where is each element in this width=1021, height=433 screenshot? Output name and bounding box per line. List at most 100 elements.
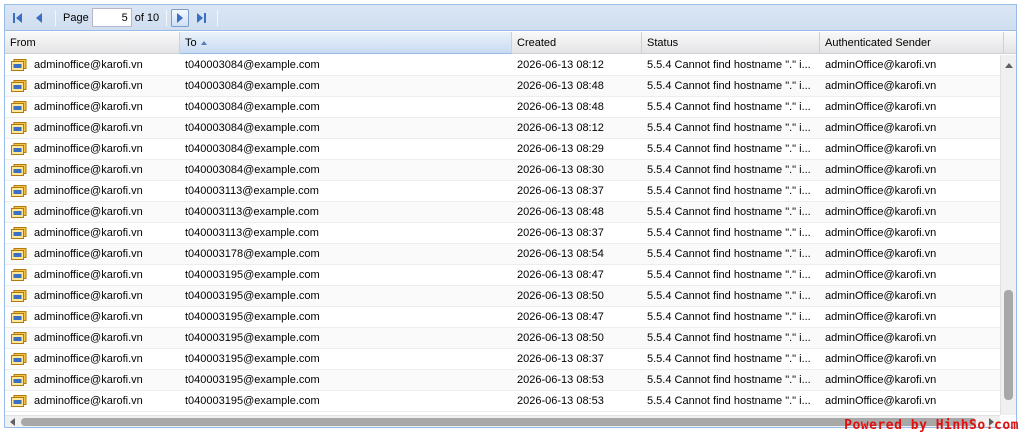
cell-from: adminoffice@karofi.vn xyxy=(34,290,143,302)
table-row[interactable]: adminoffice@karofi.vn t040003113@example.… xyxy=(5,202,1000,223)
column-header-label: Authenticated Sender xyxy=(825,37,931,49)
cell-created: 2026-06-13 08:53 xyxy=(517,395,604,407)
queued-mail-icon xyxy=(11,101,27,113)
cell-created: 2026-06-13 08:37 xyxy=(517,353,604,365)
cell-auth-sender: adminOffice@karofi.vn xyxy=(825,269,937,281)
next-page-button[interactable] xyxy=(171,8,190,27)
vertical-scroll-thumb[interactable] xyxy=(1004,290,1013,400)
cell-auth-sender: adminOffice@karofi.vn xyxy=(825,164,937,176)
column-header-from[interactable]: From xyxy=(5,32,180,54)
prev-page-icon xyxy=(36,12,42,23)
cell-created: 2026-06-13 08:37 xyxy=(517,227,604,239)
page-number-input[interactable] xyxy=(91,8,132,27)
next-page-icon xyxy=(177,12,184,23)
cell-status: 5.5.4 Cannot find hostname "." i... xyxy=(647,248,811,260)
cell-to: t040003195@example.com xyxy=(185,290,320,302)
table-row[interactable]: adminoffice@karofi.vn t040003084@example.… xyxy=(5,55,1000,76)
table-row[interactable]: adminoffice@karofi.vn t040003113@example.… xyxy=(5,223,1000,244)
column-header-authenticated-sender[interactable]: Authenticated Sender xyxy=(820,32,1004,54)
cell-created: 2026-06-13 08:50 xyxy=(517,290,604,302)
grid-body: adminoffice@karofi.vn t040003084@example.… xyxy=(5,55,1000,415)
cell-to: t040003084@example.com xyxy=(185,101,320,113)
table-row[interactable]: adminoffice@karofi.vn t040003195@example.… xyxy=(5,391,1000,412)
cell-to: t040003195@example.com xyxy=(185,269,320,281)
queued-mail-icon xyxy=(11,164,27,176)
cell-from: adminoffice@karofi.vn xyxy=(34,311,143,323)
cell-status: 5.5.4 Cannot find hostname "." i... xyxy=(647,164,811,176)
column-header-label: From xyxy=(10,37,36,49)
cell-from: adminoffice@karofi.vn xyxy=(34,248,143,260)
cell-to: t040003195@example.com xyxy=(185,353,320,365)
table-row[interactable]: adminoffice@karofi.vn t040003084@example.… xyxy=(5,139,1000,160)
table-row[interactable]: adminoffice@karofi.vn t040003084@example.… xyxy=(5,97,1000,118)
cell-from: adminoffice@karofi.vn xyxy=(34,206,143,218)
cell-from: adminoffice@karofi.vn xyxy=(34,332,143,344)
column-header-label: Created xyxy=(517,37,557,49)
cell-from: adminoffice@karofi.vn xyxy=(34,353,143,365)
cell-created: 2026-06-13 08:29 xyxy=(517,143,604,155)
horizontal-scroll-thumb[interactable] xyxy=(21,418,976,426)
column-header-created[interactable]: Created xyxy=(512,32,642,54)
cell-status: 5.5.4 Cannot find hostname "." i... xyxy=(647,185,811,197)
cell-auth-sender: adminOffice@karofi.vn xyxy=(825,290,937,302)
table-row[interactable]: adminoffice@karofi.vn t040003084@example.… xyxy=(5,118,1000,139)
first-page-icon xyxy=(13,12,22,23)
cell-auth-sender: adminOffice@karofi.vn xyxy=(825,122,937,134)
scroll-left-icon[interactable] xyxy=(7,416,19,428)
table-row[interactable]: adminoffice@karofi.vn t040003195@example.… xyxy=(5,328,1000,349)
table-row[interactable]: adminoffice@karofi.vn t040003113@example.… xyxy=(5,181,1000,202)
cell-status: 5.5.4 Cannot find hostname "." i... xyxy=(647,122,811,134)
cell-created: 2026-06-13 08:53 xyxy=(517,374,604,386)
column-header-to[interactable]: To xyxy=(180,32,512,54)
cell-auth-sender: adminOffice@karofi.vn xyxy=(825,206,937,218)
column-header-label: To xyxy=(185,37,197,49)
cell-auth-sender: adminOffice@karofi.vn xyxy=(825,59,937,71)
column-header-status[interactable]: Status xyxy=(642,32,820,54)
first-page-button[interactable] xyxy=(9,9,27,27)
table-row[interactable]: adminoffice@karofi.vn t040003178@example.… xyxy=(5,244,1000,265)
scroll-up-icon[interactable] xyxy=(1001,59,1017,71)
queued-mail-icon xyxy=(11,206,27,218)
toolbar-separator xyxy=(217,9,219,26)
cell-status: 5.5.4 Cannot find hostname "." i... xyxy=(647,290,811,302)
table-row[interactable]: adminoffice@karofi.vn t040003084@example.… xyxy=(5,76,1000,97)
cell-status: 5.5.4 Cannot find hostname "." i... xyxy=(647,59,811,71)
prev-page-button[interactable] xyxy=(30,9,48,27)
cell-from: adminoffice@karofi.vn xyxy=(34,395,143,407)
cell-created: 2026-06-13 08:47 xyxy=(517,311,604,323)
cell-created: 2026-06-13 08:12 xyxy=(517,59,604,71)
cell-created: 2026-06-13 08:47 xyxy=(517,269,604,281)
table-row[interactable]: adminoffice@karofi.vn t040003195@example.… xyxy=(5,370,1000,391)
table-row[interactable]: adminoffice@karofi.vn t040003195@example.… xyxy=(5,286,1000,307)
last-page-button[interactable] xyxy=(192,9,210,27)
table-row[interactable]: adminoffice@karofi.vn t040003084@example.… xyxy=(5,160,1000,181)
toolbar-separator xyxy=(55,9,56,26)
table-row[interactable]: adminoffice@karofi.vn t040003195@example.… xyxy=(5,265,1000,286)
cell-created: 2026-06-13 08:48 xyxy=(517,80,604,92)
cell-to: t040003195@example.com xyxy=(185,311,320,323)
cell-auth-sender: adminOffice@karofi.vn xyxy=(825,227,937,239)
queued-mail-icon xyxy=(11,122,27,134)
cell-auth-sender: adminOffice@karofi.vn xyxy=(825,248,937,260)
queued-mail-icon xyxy=(11,269,27,281)
queued-mail-icon xyxy=(11,59,27,71)
cell-from: adminoffice@karofi.vn xyxy=(34,164,143,176)
grid-header: From To Created Status Authenticated Sen… xyxy=(5,32,1016,54)
cell-from: adminoffice@karofi.vn xyxy=(34,59,143,71)
cell-auth-sender: adminOffice@karofi.vn xyxy=(825,80,937,92)
cell-from: adminoffice@karofi.vn xyxy=(34,374,143,386)
table-row[interactable]: adminoffice@karofi.vn t040003195@example.… xyxy=(5,349,1000,370)
queued-mail-icon xyxy=(11,290,27,302)
page-count-label: of 10 xyxy=(134,11,160,24)
cell-from: adminoffice@karofi.vn xyxy=(34,185,143,197)
cell-status: 5.5.4 Cannot find hostname "." i... xyxy=(647,143,811,155)
cell-from: adminoffice@karofi.vn xyxy=(34,227,143,239)
cell-to: t040003084@example.com xyxy=(185,143,320,155)
queued-mail-icon xyxy=(11,353,27,365)
cell-created: 2026-06-13 08:37 xyxy=(517,185,604,197)
vertical-scrollbar[interactable] xyxy=(1000,55,1016,415)
queued-mail-icon xyxy=(11,185,27,197)
table-row[interactable]: adminoffice@karofi.vn t040003195@example.… xyxy=(5,307,1000,328)
cell-status: 5.5.4 Cannot find hostname "." i... xyxy=(647,332,811,344)
cell-to: t040003113@example.com xyxy=(185,227,319,239)
